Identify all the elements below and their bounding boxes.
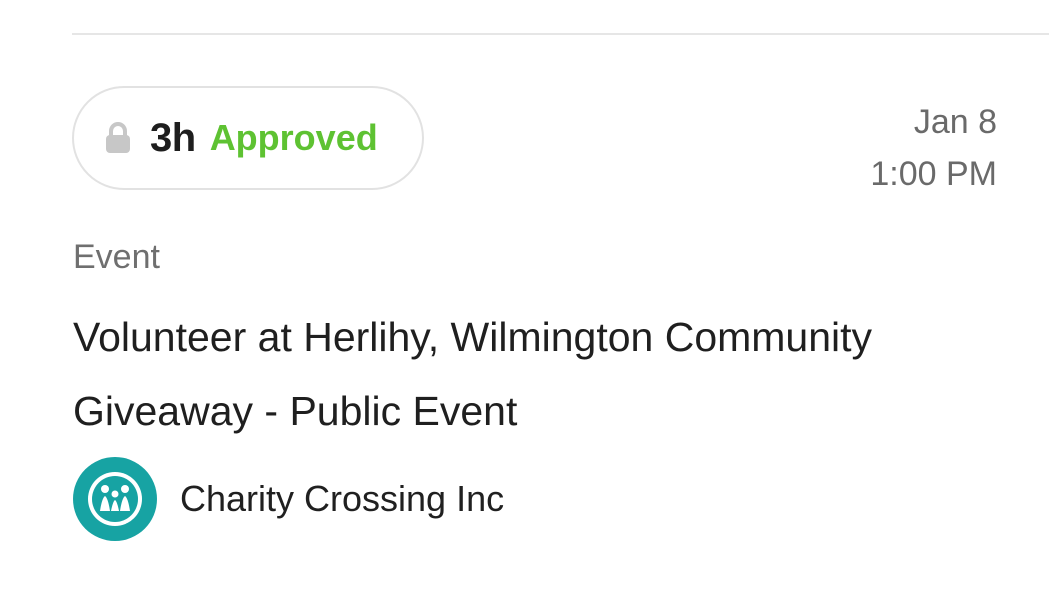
lock-icon <box>104 121 132 155</box>
organization-name: Charity Crossing Inc <box>180 478 505 519</box>
event-title[interactable]: Volunteer at Herlihy, Wilmington Communi… <box>73 300 1049 448</box>
status-badge: 3h Approved <box>72 86 424 190</box>
hours-value: 3h <box>150 115 196 160</box>
top-divider <box>72 33 1049 35</box>
event-date: Jan 8 <box>913 103 997 141</box>
event-time: 1:00 PM <box>870 155 997 193</box>
organization-row[interactable]: Charity Crossing Inc <box>72 456 504 542</box>
event-category: Event <box>73 238 160 276</box>
charity-crossing-logo <box>72 456 158 542</box>
approval-status: Approved <box>209 117 378 158</box>
event-datetime: Jan 8 1:00 PM <box>870 96 997 200</box>
